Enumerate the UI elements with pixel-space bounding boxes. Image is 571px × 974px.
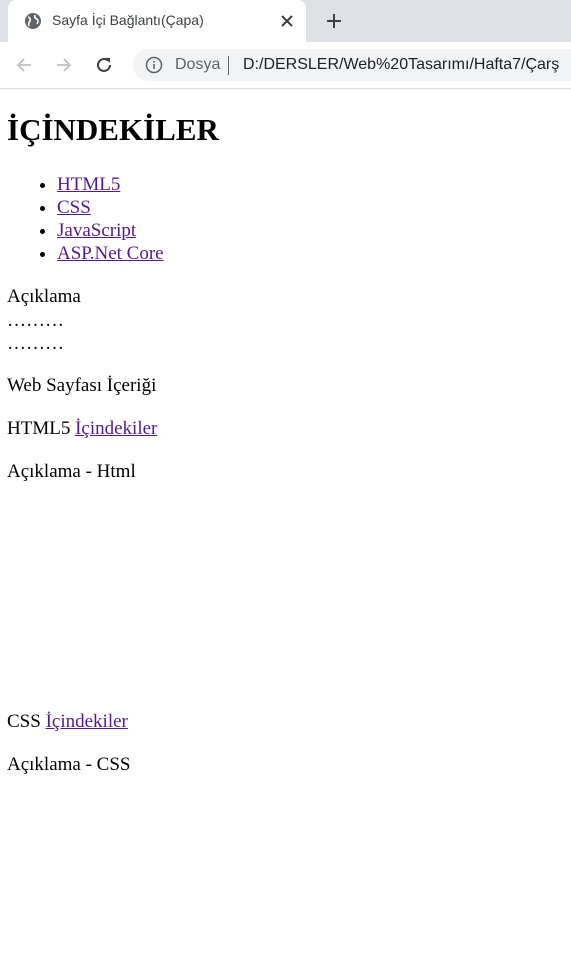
section-css-heading: CSS İçindekiler [7, 710, 128, 733]
page-content: İÇİNDEKİLER HTML5 CSS JavaScript ASP.Net… [0, 89, 571, 974]
close-icon[interactable] [278, 12, 296, 30]
section-name: HTML5 [7, 418, 71, 439]
section-html5-heading: HTML5 İçindekiler [7, 417, 157, 440]
toc-link-html5[interactable]: HTML5 [57, 174, 120, 195]
back-arrow-icon[interactable] [12, 53, 36, 77]
active-tab[interactable]: Sayfa İçi Bağlantı(Çapa) [8, 0, 306, 42]
section-description: Açıklama - CSS [7, 754, 131, 775]
back-to-toc-link[interactable]: İçindekiler [75, 418, 157, 439]
toc-list: HTML5 CSS JavaScript ASP.Net Core [0, 173, 164, 265]
toc-item: JavaScript [57, 219, 164, 242]
page-heading: İÇİNDEKİLER [7, 112, 219, 147]
content-title: Web Sayfası İçeriği [7, 375, 157, 396]
globe-icon [25, 13, 41, 29]
address-bar[interactable]: Dosya D:/DERSLER/Web%20Tasarımı/Hafta7/Ç… [133, 49, 571, 81]
toc-link-javascript[interactable]: JavaScript [57, 220, 136, 241]
section-description: Açıklama - Html [7, 461, 136, 482]
ellipsis-line: ……… [7, 333, 64, 354]
toc-item: HTML5 [57, 173, 164, 196]
address-label: Dosya [175, 56, 221, 73]
info-icon[interactable] [145, 56, 163, 74]
description-title: Açıklama [7, 286, 81, 307]
address-url[interactable]: D:/DERSLER/Web%20Tasarımı/Hafta7/Çarş [243, 56, 559, 74]
forward-arrow-icon[interactable] [52, 53, 76, 77]
back-to-toc-link[interactable]: İçindekiler [46, 711, 128, 732]
reload-icon[interactable] [92, 53, 116, 77]
toc-item: CSS [57, 196, 164, 219]
plus-icon[interactable] [322, 9, 346, 33]
ellipsis-line: ……… [7, 310, 64, 331]
toc-item: ASP.Net Core [57, 242, 164, 265]
section-name: CSS [7, 711, 41, 732]
address-separator [228, 56, 229, 75]
tab-strip: Sayfa İçi Bağlantı(Çapa) [0, 0, 571, 42]
toc-link-aspnet[interactable]: ASP.Net Core [57, 243, 164, 264]
toc-link-css[interactable]: CSS [57, 197, 91, 218]
browser-toolbar: Dosya D:/DERSLER/Web%20Tasarımı/Hafta7/Ç… [0, 42, 571, 89]
tab-title: Sayfa İçi Bağlantı(Çapa) [52, 12, 204, 28]
